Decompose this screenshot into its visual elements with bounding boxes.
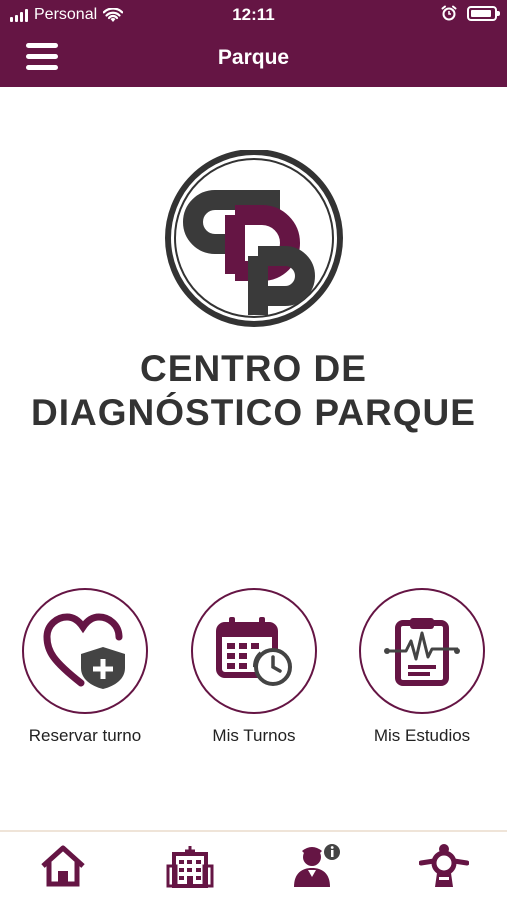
- doctor-info-icon: [293, 844, 340, 887]
- battery-icon: [467, 5, 500, 21]
- hospital-building-icon: [166, 846, 214, 888]
- status-bar: Personal 12:11: [0, 0, 507, 30]
- reservar-turno-button[interactable]: Reservar turno: [0, 588, 170, 746]
- mis-turnos-label: Mis Turnos: [212, 726, 296, 745]
- clipboard-heartbeat-icon: [384, 618, 460, 686]
- nav-doctor-info[interactable]: [287, 838, 347, 894]
- alarm-icon: [441, 5, 457, 21]
- lifebuoy-support-icon: [418, 844, 469, 887]
- status-time: 12:11: [232, 5, 275, 24]
- status-right: [441, 5, 500, 21]
- page-title: Parque: [217, 46, 290, 69]
- mis-estudios-circle[interactable]: [359, 588, 485, 714]
- home-icon: [41, 845, 86, 887]
- bottom-navigation: [0, 830, 507, 900]
- calendar-clock-icon: [216, 617, 292, 686]
- reservar-turno-label: Reservar turno: [28, 726, 142, 745]
- brand-line-1: CENTRO DE: [140, 348, 367, 389]
- nav-support[interactable]: [414, 838, 474, 894]
- nav-home[interactable]: [33, 838, 93, 894]
- mis-turnos-button[interactable]: Mis Turnos: [169, 588, 339, 746]
- mis-estudios-button[interactable]: Mis Estudios: [337, 588, 507, 746]
- app-header: Personal 12:11 Parque: [0, 0, 507, 87]
- mis-estudios-label: Mis Estudios: [373, 726, 471, 745]
- mis-turnos-circle[interactable]: [191, 588, 317, 714]
- reservar-turno-circle[interactable]: [22, 588, 148, 714]
- brand-line-2: DIAGNÓSTICO PARQUE: [31, 392, 476, 433]
- heart-shield-plus-icon: [43, 613, 125, 689]
- nav-hospital[interactable]: [160, 838, 220, 894]
- cdp-monogram-icon: [165, 149, 343, 327]
